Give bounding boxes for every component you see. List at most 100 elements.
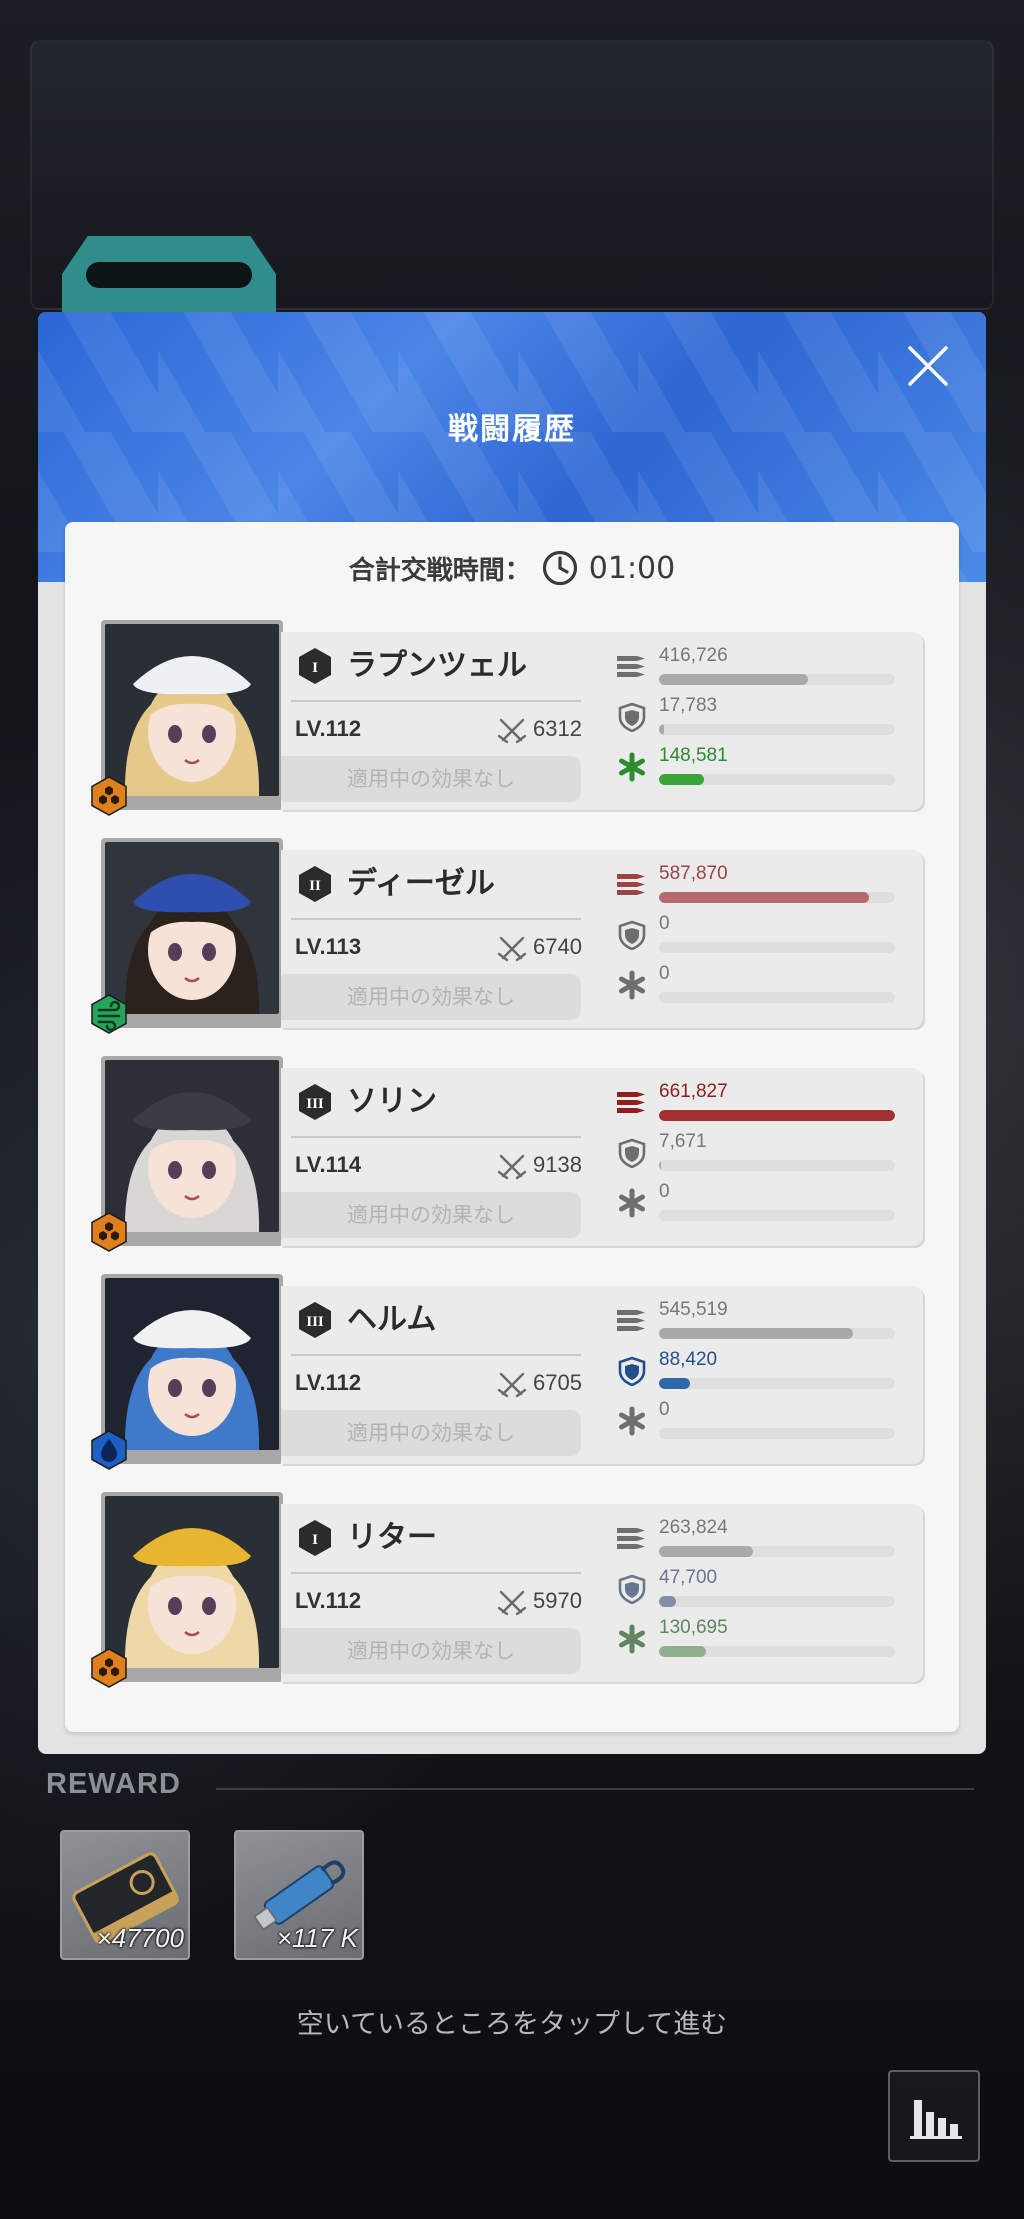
stat-heal: 0 (615, 1398, 905, 1444)
unit-level: LV.112 (295, 1370, 362, 1395)
water-element-icon (89, 1430, 129, 1470)
unit-name: ラプンツェル (347, 648, 527, 683)
tap-to-continue-hint[interactable]: 空いているところをタップして進む (0, 2002, 1024, 2041)
heal-cross-icon (615, 1406, 649, 1436)
stat-heal-bar (659, 1646, 895, 1657)
unit-name: リター (347, 1520, 437, 1555)
unit-level: LV.114 (295, 1152, 362, 1177)
stat-damage-value: 545,519 (659, 1299, 728, 1320)
stat-heal-value: 148,581 (659, 745, 728, 766)
svg-text:II: II (309, 878, 321, 894)
unit-row: III ソリン LV.114 9138 適用中の効果なし 661,827 7,671 0 (91, 1056, 923, 1256)
stat-damage-bar (659, 1110, 895, 1121)
svg-text:I: I (312, 1532, 318, 1548)
stat-damage-fill (659, 1110, 895, 1121)
crossed-swords-icon (497, 1152, 527, 1180)
portrait-image (105, 624, 279, 796)
svg-text:III: III (306, 1314, 324, 1330)
battle-stats-button[interactable] (888, 2070, 980, 2162)
unit-info: II ディーゼル LV.113 6740 適用中の効果なし 587,870 0 0 (281, 850, 923, 1028)
name-divider (291, 700, 581, 702)
stat-damage-fill (659, 1546, 754, 1557)
stat-damage-fill (659, 674, 808, 685)
bar-chart-icon (910, 2100, 962, 2139)
unit-info: III ソリン LV.114 9138 適用中の効果なし 661,827 7,671 0 (281, 1068, 923, 1246)
stat-taken-bar (659, 942, 895, 953)
burst-rank-icon: I (295, 1518, 335, 1558)
stat-damage-fill (659, 1328, 853, 1339)
stat-damage: 416,726 (615, 644, 905, 690)
stat-taken: 88,420 (615, 1348, 905, 1394)
combat-power: 6705 (533, 1370, 582, 1395)
unit-row: III ヘルム LV.112 6705 適用中の効果なし 545,519 88,420 0 (91, 1274, 923, 1474)
active-effect-status: 適用中の効果なし (281, 1192, 581, 1238)
stat-damage-value: 661,827 (659, 1081, 728, 1102)
close-button[interactable] (904, 342, 952, 390)
ammo-icon (615, 870, 649, 900)
portrait-image (105, 1060, 279, 1232)
combat-power: 6312 (533, 716, 582, 741)
portrait-image (105, 842, 279, 1014)
heal-cross-icon (615, 752, 649, 782)
stat-taken-bar (659, 1596, 895, 1607)
stat-taken-value: 0 (659, 913, 670, 934)
unit-info: III ヘルム LV.112 6705 適用中の効果なし 545,519 88,420 0 (281, 1286, 923, 1464)
stat-damage: 545,519 (615, 1298, 905, 1344)
crossed-swords-icon (497, 716, 527, 744)
shield-icon (615, 1574, 649, 1604)
svg-text:III: III (306, 1096, 324, 1112)
stat-heal-value: 130,695 (659, 1617, 728, 1638)
stat-taken: 17,783 (615, 694, 905, 740)
active-effect-status: 適用中の効果なし (281, 1410, 581, 1456)
stat-damage: 661,827 (615, 1080, 905, 1126)
stat-heal-value: 0 (659, 1399, 670, 1420)
stat-taken-bar (659, 1378, 895, 1389)
unit-level: LV.113 (295, 934, 362, 959)
reward-quantity: ×47700 (96, 1923, 184, 1953)
stat-taken: 7,671 (615, 1130, 905, 1176)
stat-taken-bar (659, 1160, 895, 1171)
stat-taken-fill (659, 1160, 662, 1171)
unit-info: I リター LV.112 5970 適用中の効果なし 263,824 47,700 130,6… (281, 1504, 923, 1682)
combat-power: 6740 (533, 934, 582, 959)
stat-heal: 148,581 (615, 744, 905, 790)
stat-taken-fill (659, 724, 664, 735)
name-divider (291, 1136, 581, 1138)
reward-label: REWARD (46, 1768, 181, 1800)
clock-icon (541, 549, 579, 587)
reward-item-data[interactable]: ×117 K (234, 1830, 364, 1960)
stat-damage-bar (659, 1546, 895, 1557)
stat-heal: 0 (615, 962, 905, 1008)
modal-title: 戦闘履歴 (448, 412, 576, 447)
unit-row: I ラプンツェル LV.112 6312 適用中の効果なし 416,726 17,783 14… (91, 620, 923, 820)
reward-item-credits[interactable]: ×47700 (60, 1830, 190, 1960)
stat-heal-bar (659, 1210, 895, 1221)
stat-damage: 263,824 (615, 1516, 905, 1562)
stat-taken-value: 17,783 (659, 695, 718, 716)
stat-taken: 0 (615, 912, 905, 958)
active-effect-status: 適用中の効果なし (281, 974, 581, 1020)
supporter-class-icon (89, 1212, 129, 1252)
total-duration: 合計交戦時間： 01:00 (65, 548, 959, 588)
portrait-image (105, 1496, 279, 1668)
stat-heal-value: 0 (659, 963, 670, 984)
stat-taken-fill (659, 1378, 690, 1389)
close-icon (908, 346, 948, 386)
unit-info: I ラプンツェル LV.112 6312 適用中の効果なし 416,726 17,783 14… (281, 632, 923, 810)
stat-taken-fill (659, 1596, 676, 1607)
shield-icon (615, 702, 649, 732)
reward-divider (216, 1788, 974, 1790)
stat-heal: 0 (615, 1180, 905, 1226)
stat-taken-value: 88,420 (659, 1349, 718, 1370)
battle-history-panel: 合計交戦時間： 01:00 I ラプンツェル LV.112 6312 適用中の効果なし 4… (65, 522, 959, 1732)
ammo-icon (615, 652, 649, 682)
active-effect-status: 適用中の効果なし (281, 756, 581, 802)
name-divider (291, 1354, 581, 1356)
stat-heal-value: 0 (659, 1181, 670, 1202)
ammo-icon (615, 1306, 649, 1336)
ammo-icon (615, 1524, 649, 1554)
stat-damage-fill (659, 892, 870, 903)
unit-level: LV.112 (295, 1588, 362, 1613)
stat-heal-bar (659, 774, 895, 785)
background-tab (62, 236, 276, 312)
